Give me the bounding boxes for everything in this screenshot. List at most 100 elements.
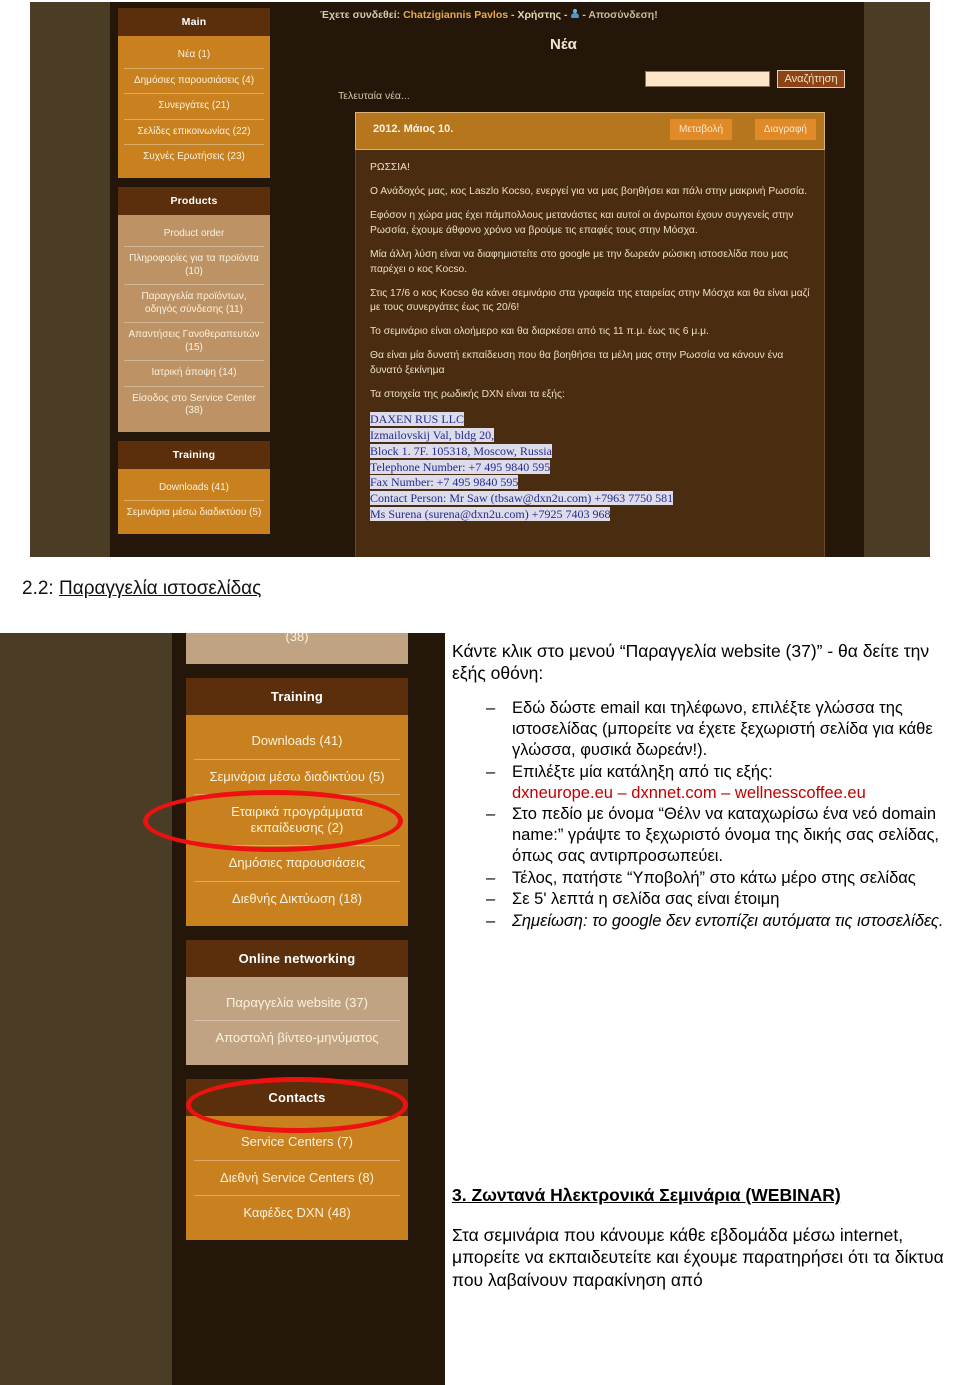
- instruction-item: Εδώ δώστε email και τηλέφωνο, επιλέξτε γ…: [486, 698, 952, 760]
- sidebar-block-title: Main: [118, 8, 270, 36]
- news-paragraph: Μία άλλη λύση είναι να διαφημιστείτε στο…: [370, 248, 789, 275]
- login-status-bar: Έχετε συνδεθεί: Chatzigiannis Pavlos - Χ…: [320, 9, 780, 21]
- sidebar-item[interactable]: Σεμινάρια μέσω διαδικτύου (5): [194, 758, 400, 794]
- sidebar-block-title: Training: [118, 440, 270, 469]
- login-sep-3: -: [582, 9, 586, 21]
- search-button[interactable]: Αναζήτηση: [777, 70, 845, 88]
- delete-news-button[interactable]: Διαγραφή: [754, 119, 816, 140]
- instructions-block: Κάντε κλικ στο μενού “Παραγγελία website…: [452, 640, 952, 933]
- latest-news-label: Τελευταία νέα...: [338, 90, 410, 102]
- sidebar-block: Training Downloads (41) Σεμινάρια μέσω δια…: [186, 678, 408, 926]
- news-date: 2012. Μάιος 10.: [373, 123, 454, 135]
- section-3-heading: 3. Ζωντανά Ηλεκτρονικά Σεμινάρια (WEBINA…: [452, 1185, 841, 1205]
- sidebar-block-items: Product order Πληροφορίες για τα προϊόντα…: [118, 214, 270, 432]
- sidebar-item[interactable]: Product order: [124, 222, 264, 247]
- section-3-block: 3. Ζωντανά Ηλεκτρονικά Σεμινάρια (WEBINA…: [452, 1185, 957, 1291]
- instruction-item: Σημείωση: το google δεν εντοπίζει αυτόμα…: [486, 911, 952, 932]
- sidebar-block-title: Contacts: [186, 1079, 408, 1117]
- sidebar-item[interactable]: Downloads (41): [124, 476, 264, 501]
- news-address-line: DAXEN RUS LLC: [370, 412, 465, 427]
- sidebar-item[interactable]: Καφέδες DXN (48): [194, 1194, 400, 1230]
- search-input[interactable]: [645, 71, 770, 87]
- news-address-line: Izmailovskij Val, bldg 20,: [370, 427, 495, 442]
- sidebar-item[interactable]: Ιατρική άποψη (14): [124, 360, 264, 386]
- instructions-list: Εδώ δώστε email και τηλέφωνο, επιλέξτε γ…: [452, 698, 952, 932]
- news-address-line: Contact Person: Mr Saw (tbsaw@dxn2u.com)…: [370, 491, 674, 506]
- sidebar-block-items: Downloads (41) Σεμινάρια μέσω διαδικτύου …: [186, 715, 408, 926]
- sidebar-item[interactable]: Παραγγελία website (37): [194, 986, 400, 1020]
- sidebar-block-items: (38): [186, 633, 408, 665]
- login-sep-2: -: [564, 9, 568, 21]
- sidebar-block: Contacts Service Centers (7) Διεθνή Servic…: [186, 1079, 408, 1240]
- sidebar-item[interactable]: Διεθνής Δικτύωση (18): [194, 880, 400, 916]
- sidebar-bottom: (38) Training Downloads (41) Σεμινάρια μέσω…: [186, 633, 408, 1254]
- section-number: 2.2:: [22, 578, 59, 599]
- news-card-header: 2012. Μάιος 10. Μεταβολή Διαγραφή: [355, 112, 825, 150]
- news-address-line: Fax Number: +7 495 9840 595: [370, 475, 519, 490]
- user-avatar-icon: [570, 9, 579, 19]
- instruction-item: Τέλος, πατήστε “Υποβολή” στο κάτω μέρο σ…: [486, 868, 952, 889]
- sidebar-top: Main Νέα (1) Δημόσιες παρουσιάσεις (4) Συνε…: [118, 8, 270, 543]
- page-title: Νέα: [550, 36, 577, 53]
- instruction-item: Στο πεδίο με όνομα “Θέλν να καταχωρίσω έ…: [486, 804, 952, 866]
- news-card: 2012. Μάιος 10. Μεταβολή Διαγραφή ΡΩΣΣΙΑ…: [355, 112, 825, 557]
- edit-news-button[interactable]: Μεταβολή: [669, 119, 732, 140]
- bottom-screenshot: (38) Training Downloads (41) Σεμινάρια μέσω…: [0, 633, 445, 1385]
- sidebar-block: Training Downloads (41) Σεμινάρια μέσω δια…: [118, 440, 270, 534]
- sidebar-item[interactable]: Συνεργάτες (21): [124, 93, 264, 119]
- news-paragraph: Θα είναι μία δυνατή εκπαίδευση που θα βο…: [370, 350, 784, 377]
- sidebar-item[interactable]: Συχνές Ερωτήσεις (23): [124, 144, 264, 170]
- sidebar-item[interactable]: Σελίδες επικοινωνίας (22): [124, 118, 264, 145]
- sidebar-item[interactable]: Πληροφορίες για τα προϊόντα (10): [124, 246, 264, 284]
- news-address-line: Block 1. 7F. 105318, Moscow, Russia: [370, 443, 552, 458]
- section-3-body: Στα σεμινάρια που κάνουμε κάθε εβδομάδα …: [452, 1224, 944, 1290]
- sidebar-block: Main Νέα (1) Δημόσιες παρουσιάσεις (4) Συνε…: [118, 8, 270, 178]
- sidebar-item[interactable]: Service Centers (7): [194, 1125, 400, 1159]
- instruction-item: Σε 5' λεπτά η σελίδα σας είναι έτοιμη: [486, 889, 952, 910]
- sidebar-item[interactable]: Δημόσιες παρουσιάσεις (4): [124, 67, 264, 94]
- search-area: Αναζήτηση: [645, 70, 845, 88]
- logged-in-label: Έχετε συνδεθεί:: [320, 9, 401, 21]
- sidebar-block-title: Training: [186, 678, 408, 716]
- instructions-lead: Κάντε κλικ στο μενού “Παραγγελία website…: [452, 641, 930, 684]
- sidebar-item[interactable]: Νέα (1): [124, 43, 264, 68]
- section-heading: 2.2: Παραγγελία ιστοσελίδας: [22, 578, 261, 600]
- news-paragraph: Ο Ανάδοχός μας, κος Laszlo Kocso, ενεργε…: [370, 185, 808, 197]
- sidebar-item[interactable]: Απαντήσεις Γανοθεραπευτών (15): [124, 322, 264, 360]
- sidebar-block-items: Downloads (41) Σεμινάρια μέσω διαδικτύου …: [118, 468, 270, 534]
- sidebar-item[interactable]: Είσοδος στο Service Center (38): [124, 385, 264, 424]
- logout-link[interactable]: Αποσύνδεση!: [588, 9, 657, 21]
- instruction-item: Επιλέξτε μία κατάληξη από τις εξής: dxne…: [486, 762, 952, 804]
- sidebar-item[interactable]: Αποστολή βίντεο-μηνύματος: [194, 1020, 400, 1055]
- news-paragraph: Το σεμινάριο είναι ολοήμερο και θα διαρκ…: [370, 326, 709, 338]
- sidebar-block-title: Online networking: [186, 939, 408, 977]
- top-screenshot: Έχετε συνδεθεί: Chatzigiannis Pavlos - Χ…: [30, 2, 930, 557]
- news-address-block: DAXEN RUS LLC Izmailovskij Val, bldg 20, B…: [370, 412, 810, 523]
- sidebar-item[interactable]: (38): [194, 633, 400, 654]
- news-paragraph: Εφόσον η χώρα μας έχει πάμπολλους μετανά…: [370, 209, 794, 236]
- sidebar-block: Online networking Παραγγελία website (37)…: [186, 939, 408, 1066]
- sidebar-block: Products Product order Πληροφορίες για τα …: [118, 186, 270, 432]
- news-body: ΡΩΣΣΙΑ! Ο Ανάδοχός μας, κος Laszlo Kocso,…: [355, 150, 825, 557]
- news-paragraph: Τα στοιχεία της ρωδικής DXN είναι τα εξή…: [370, 389, 565, 401]
- sidebar-block-items: Παραγγελία website (37) Αποστολή βίντεο-μ…: [186, 976, 408, 1066]
- sidebar-item[interactable]: Downloads (41): [194, 724, 400, 758]
- sidebar-item[interactable]: Διεθνή Service Centers (8): [194, 1159, 400, 1195]
- news-paragraph: ΡΩΣΣΙΑ!: [370, 162, 410, 173]
- news-address-line: Ms Surena (surena@dxn2u.com) +7925 7403 …: [370, 507, 611, 522]
- logged-in-role: Χρήστης: [517, 9, 562, 21]
- sidebar-item[interactable]: Παραγγελία προϊόντων, οδηγός σύνδεσης (1…: [124, 284, 264, 322]
- domain-options: dxneurope.eu – dxnnet.com – wellnesscoff…: [512, 783, 866, 802]
- section-title: Παραγγελία ιστοσελίδας: [58, 578, 262, 599]
- login-sep-1: -: [511, 9, 515, 21]
- sidebar-block-items: Service Centers (7) Διεθνή Service Center…: [186, 1116, 408, 1240]
- sidebar-block-items: Νέα (1) Δημόσιες παρουσιάσεις (4) Συνεργάτ…: [118, 36, 270, 178]
- sidebar-block-title: Products: [118, 186, 270, 215]
- news-paragraph: Στις 17/6 ο κος Kocso θα κάνει σεμινάριο…: [370, 287, 810, 314]
- logged-in-username: Chatzigiannis Pavlos: [403, 9, 509, 21]
- sidebar-item[interactable]: Δημόσιες παρουσιάσεις: [194, 845, 400, 880]
- sidebar-item[interactable]: Σεμινάρια μέσω διαδικτύου (5): [124, 500, 264, 526]
- news-address-line: Telephone Number: +7 495 9840 595: [370, 459, 551, 474]
- sidebar-block: (38): [186, 633, 408, 665]
- sidebar-item[interactable]: Εταιρικά προγράμματα εκπαίδευσης (2): [194, 793, 400, 846]
